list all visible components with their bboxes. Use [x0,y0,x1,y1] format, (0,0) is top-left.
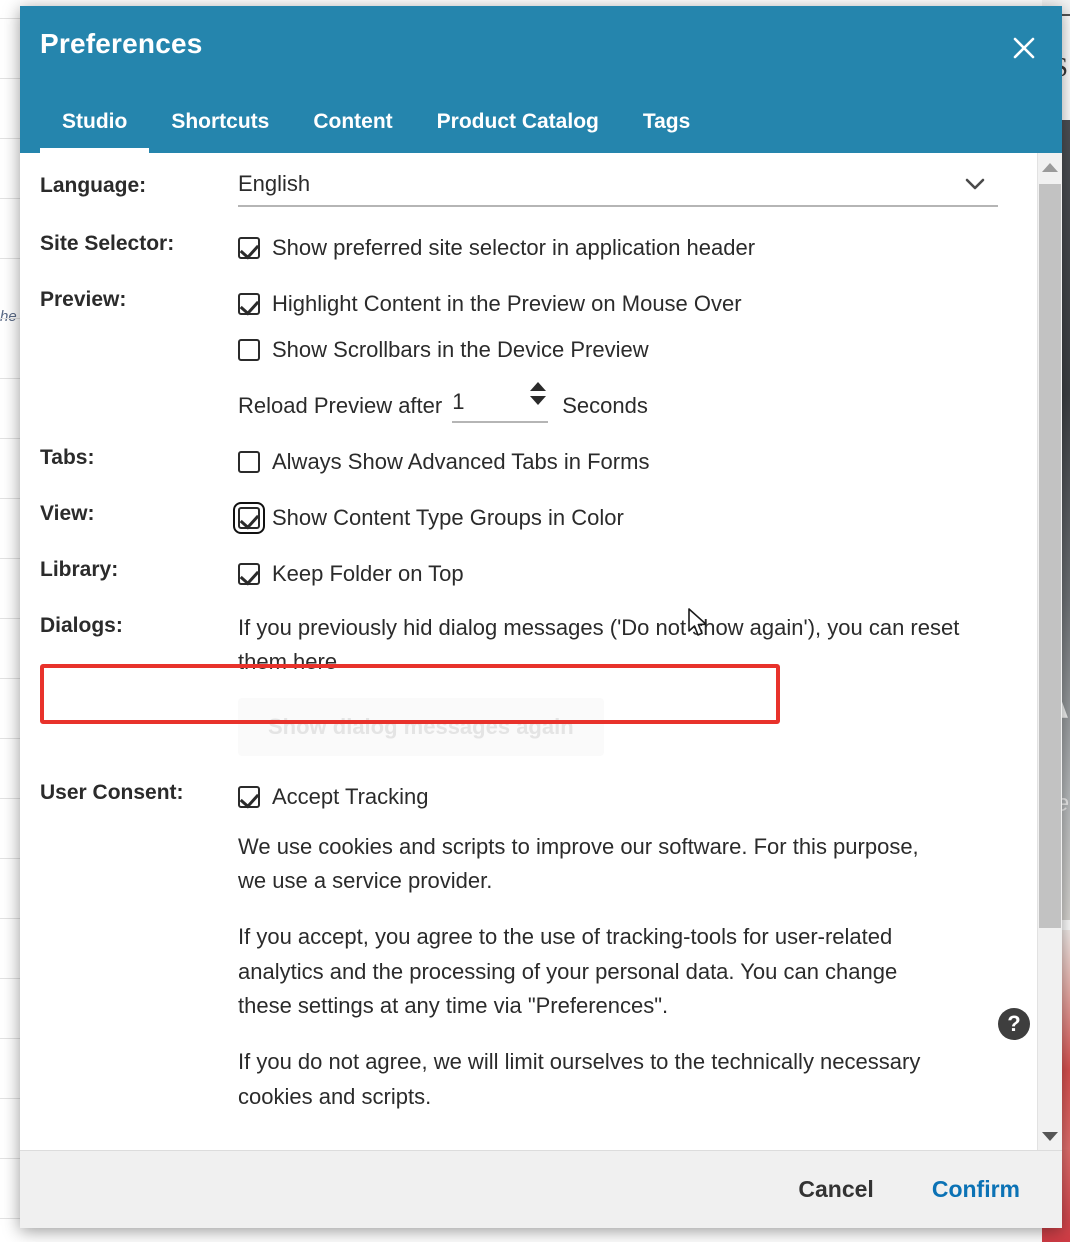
site-selector-label: Site Selector: [40,232,175,255]
scrollbar-down-button[interactable] [1038,1122,1062,1150]
close-icon[interactable] [1006,30,1042,66]
preview-highlight-checkbox-row[interactable]: Highlight Content in the Preview on Mous… [238,285,1013,323]
dialog-header: Preferences Studio Shortcuts Content Pro… [20,6,1062,153]
view-label: View: [40,502,95,525]
tabs-setting-label: Tabs: [40,446,95,469]
confirm-button[interactable]: Confirm [926,1175,1026,1204]
library-label: Library: [40,558,119,581]
reload-preview-stepper[interactable]: 1 [452,382,549,423]
site-selector-checkbox-row[interactable]: Show preferred site selector in applicat… [238,229,1013,267]
studio-settings-panel: Language: English Site Selector: Show pr… [20,153,1037,1150]
consent-paragraph-3: If you do not agree, we will limit ourse… [238,1049,921,1109]
dialog-footer: Cancel Confirm [20,1150,1062,1228]
view-checkbox-row[interactable]: Show Content Type Groups in Color [233,499,1013,537]
dialog-scrollbar[interactable] [1037,153,1062,1150]
reload-preview-suffix: Seconds [562,393,648,418]
triangle-down-icon [1042,1131,1058,1141]
consent-paragraph-1: We use cookies and scripts to improve ou… [238,833,919,893]
scrollbar-thumb[interactable] [1039,184,1061,928]
user-consent-label: User Consent: [40,780,184,804]
accept-tracking-label: Accept Tracking [272,783,429,809]
tab-content[interactable]: Content [291,110,414,153]
preview-scrollbars-checkbox[interactable] [238,339,260,361]
setting-row-preview: Preview: Highlight Content in the Previe… [20,285,1037,429]
preview-scrollbars-checkbox-row[interactable]: Show Scrollbars in the Device Preview [238,331,1013,369]
triangle-up-icon [1042,162,1058,172]
preview-label: Preview: [40,288,127,311]
setting-row-tabs: Tabs: Always Show Advanced Tabs in Forms [20,443,1037,481]
chevron-down-icon [964,177,986,196]
site-selector-checkbox-label: Show preferred site selector in applicat… [272,235,756,260]
tabs-setting-checkbox-row[interactable]: Always Show Advanced Tabs in Forms [238,443,1013,481]
view-checkbox[interactable] [233,502,265,534]
tab-shortcuts[interactable]: Shortcuts [149,110,291,153]
help-circle-icon[interactable]: ? [998,1008,1030,1040]
dialogs-label: Dialogs: [40,614,123,637]
tab-product-catalog[interactable]: Product Catalog [415,110,621,153]
tabs-setting-label-text: Always Show Advanced Tabs in Forms [272,449,650,474]
tab-tags[interactable]: Tags [621,110,712,153]
reload-preview-prefix: Reload Preview after [238,393,443,418]
accept-tracking-checkbox-row[interactable]: Accept Tracking [238,778,1013,816]
stepper-arrows[interactable] [530,382,547,405]
scrollbar-up-button[interactable] [1038,153,1062,181]
language-select[interactable]: English [238,171,998,207]
accept-tracking-checkbox[interactable] [238,785,260,808]
preview-scrollbars-label: Show Scrollbars in the Device Preview [272,337,649,362]
setting-row-language: Language: English [20,171,1037,207]
library-checkbox[interactable] [238,563,260,585]
preview-highlight-checkbox[interactable] [238,293,260,315]
library-checkbox-label: Keep Folder on Top [272,561,464,586]
stepper-up-icon[interactable] [530,382,547,391]
library-checkbox-row[interactable]: Keep Folder on Top [238,555,1013,593]
consent-paragraph-2: If you accept, you agree to the use of t… [238,924,898,1018]
dialog-tab-bar: Studio Shortcuts Content Product Catalog… [40,110,712,153]
preview-highlight-label: Highlight Content in the Preview on Mous… [272,291,742,316]
show-dialog-messages-again-button[interactable]: Show dialog messages again [238,697,604,756]
stepper-down-icon[interactable] [530,396,547,405]
dialog-title: Preferences [40,28,203,59]
preferences-dialog: Preferences Studio Shortcuts Content Pro… [20,6,1062,1228]
cancel-button[interactable]: Cancel [792,1175,879,1204]
view-checkbox-label: Show Content Type Groups in Color [272,505,624,530]
setting-row-dialogs: Dialogs: If you previously hid dialog me… [20,611,1037,756]
setting-row-user-consent: User Consent: Accept Tracking We use coo… [20,778,1037,1114]
tabs-setting-checkbox[interactable] [238,451,260,473]
dialogs-description: If you previously hid dialog messages ('… [238,615,960,675]
language-select-value: English [238,171,311,196]
setting-row-site-selector: Site Selector: Show preferred site selec… [20,229,1037,267]
setting-row-library: Library: Keep Folder on Top [20,555,1037,593]
dialog-body: Language: English Site Selector: Show pr… [20,153,1062,1150]
language-label: Language: [40,174,147,197]
setting-row-view: View: Show Content Type Groups in Color [20,499,1037,537]
reload-preview-value: 1 [452,389,465,414]
tab-studio[interactable]: Studio [40,110,150,153]
reload-preview-row: Reload Preview after 1 Seconds [238,382,1013,429]
site-selector-checkbox[interactable] [238,237,260,259]
